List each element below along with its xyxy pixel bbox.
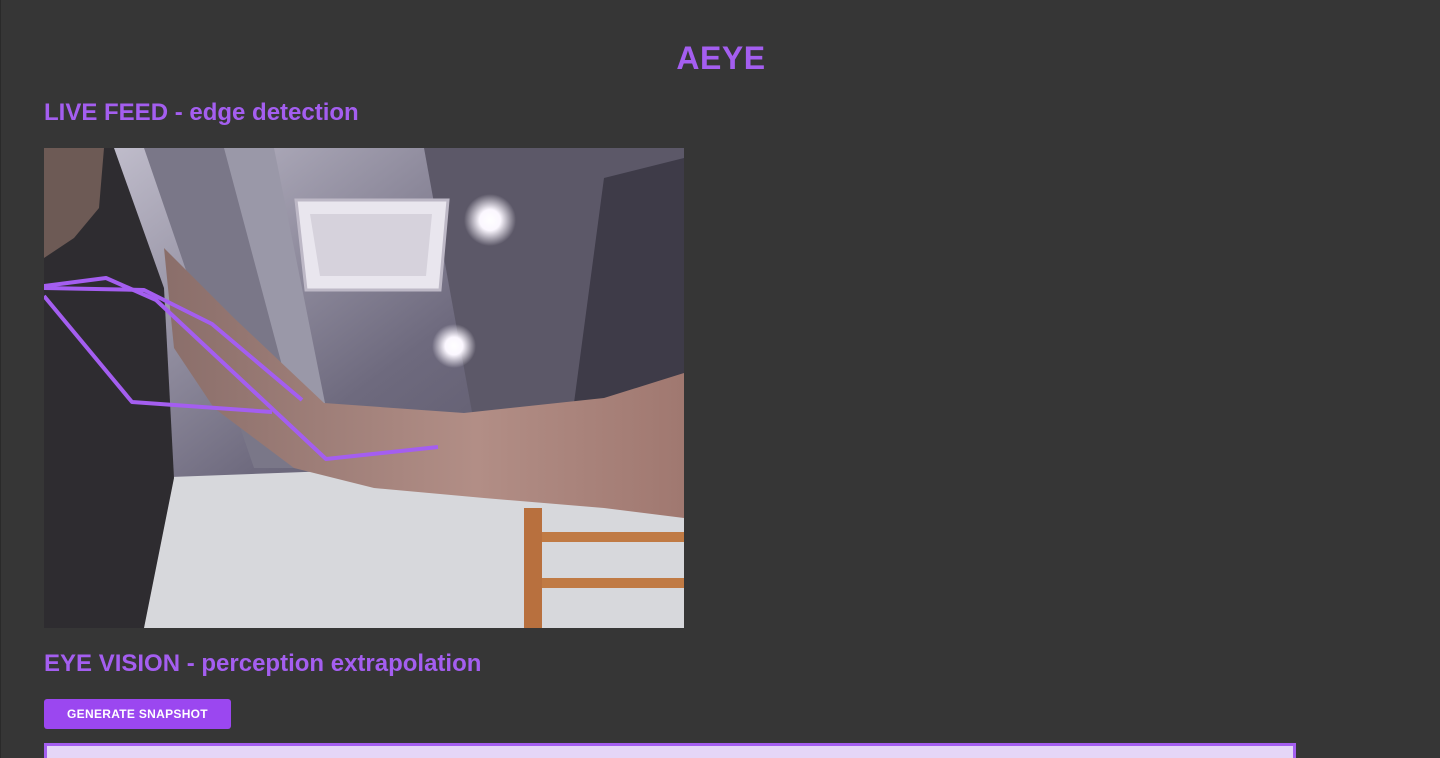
ladder-rung [542,532,684,542]
app-root: AEYE LIVE FEED - edge detection EYE VISI… [0,0,1440,758]
page-title: AEYE [676,40,766,76]
generate-snapshot-button[interactable]: GENERATE SNAPSHOT [44,699,231,729]
ceiling-light [432,324,476,368]
eye-vision-heading: EYE VISION - perception extrapolation [44,650,482,677]
snapshot-output-panel [44,743,1296,758]
live-feed-heading: LIVE FEED - edge detection [44,99,359,126]
ladder-rung [542,578,684,588]
live-feed-frame [44,148,684,628]
ceiling-light [464,194,516,246]
live-feed-video [44,148,684,628]
ladder-rail [524,508,542,628]
ceiling-vent-inner [310,214,432,276]
